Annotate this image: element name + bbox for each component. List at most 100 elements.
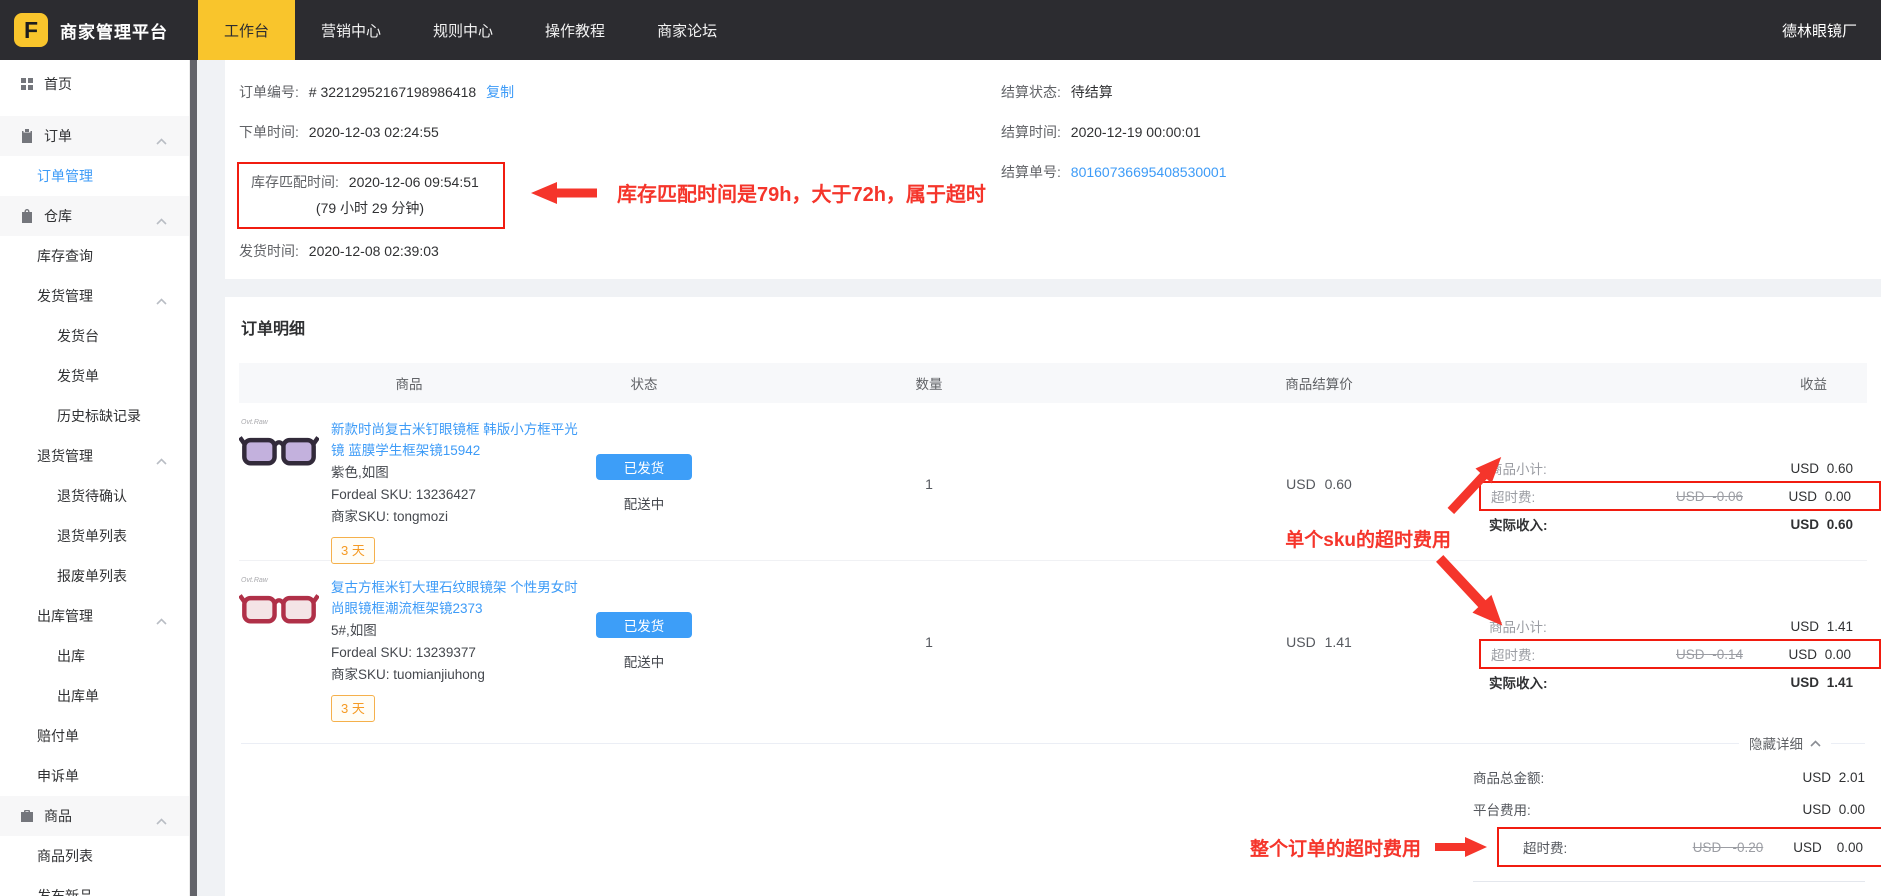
- sidebar-item-compensation-orders[interactable]: 赔付单: [0, 716, 189, 756]
- sidebar-group-orders[interactable]: 订单: [0, 116, 189, 156]
- stock-annotation: 库存匹配时间是79h，大于72h，属于超时: [531, 178, 986, 207]
- column-header-quantity: 数量: [709, 373, 1149, 393]
- merchant-name[interactable]: 德林眼镜厂: [1782, 20, 1881, 41]
- subtotal-value: USD 1.41: [1769, 619, 1853, 634]
- sidebar-item-returns-management[interactable]: 退货管理: [0, 436, 189, 476]
- settle-status-label: 结算状态:: [1001, 84, 1061, 100]
- left-arrow-icon: [531, 182, 597, 204]
- order-item-row: Ovt.Raw: [239, 403, 1867, 561]
- sidebar-item-outbound[interactable]: 出库: [0, 636, 189, 676]
- merchant-sku: 商家SKU: tongmozi: [331, 506, 579, 527]
- sidebar-item-appeal-orders[interactable]: 申诉单: [0, 756, 189, 796]
- column-header-price: 商品结算价: [1149, 373, 1489, 393]
- sku-fee-annotation-text: 单个sku的超时费用: [1285, 525, 1451, 552]
- sidebar-item-order-management[interactable]: 订单管理: [0, 156, 189, 196]
- subtotal-label: 商品小计:: [1489, 458, 1769, 478]
- ship-time-value: 2020-12-08 02:39:03: [309, 243, 439, 259]
- order-fee-annotation-row: 整个订单的超时费用 超时费: USD -0.20 USD 0.00: [225, 827, 1865, 867]
- sidebar-item-outbound-management[interactable]: 出库管理: [0, 596, 189, 636]
- order-summary: 商品总金额: USD 2.01 平台费用: USD 0.00: [1473, 761, 1865, 825]
- nav-tab-rules[interactable]: 规则中心: [407, 0, 519, 60]
- price-value: USD 1.41: [1149, 561, 1489, 722]
- product-title-link[interactable]: 复古方框米钉大理石纹眼镜架 个性男女时尚眼镜框潮流框架镜2373: [331, 577, 579, 619]
- hide-detail-toggle[interactable]: 隐藏详细: [1749, 733, 1821, 753]
- chevron-up-icon: [156, 132, 167, 148]
- top-nav-tabs: 工作台 营销中心 规则中心 操作教程 商家论坛: [198, 0, 743, 60]
- nav-tab-marketing[interactable]: 营销中心: [295, 0, 407, 60]
- product-image[interactable]: Ovt.Raw: [239, 577, 319, 722]
- settle-no-label: 结算单号:: [1001, 164, 1061, 180]
- actual-income-value: USD 1.41: [1769, 675, 1853, 690]
- day-badge: 3 天: [331, 695, 375, 722]
- copy-order-no-link[interactable]: 复制: [486, 84, 514, 100]
- nav-tab-forum[interactable]: 商家论坛: [631, 0, 743, 60]
- order-overtime-fee-label: 超时费:: [1523, 837, 1693, 857]
- sidebar-item-shipping-orders[interactable]: 发货单: [0, 356, 189, 396]
- merchant-sku: 商家SKU: tuomianjiuhong: [331, 664, 579, 685]
- glasses-image: [239, 428, 319, 470]
- sidebar-item-outbound-orders[interactable]: 出库单: [0, 676, 189, 716]
- day-badge: 3 天: [331, 537, 375, 564]
- product-title-link[interactable]: 新款时尚复古米钉眼镜框 韩版小方框平光镜 蓝膜学生框架镜15942: [331, 419, 579, 461]
- order-no-label: 订单编号:: [239, 84, 299, 100]
- column-header-income: 收益: [1489, 373, 1867, 393]
- nav-tab-workbench[interactable]: 工作台: [198, 0, 295, 60]
- settle-no-link[interactable]: 80160736695408530001: [1071, 164, 1227, 180]
- product-variant: 5#,如图: [331, 620, 579, 641]
- stock-match-highlight-box: 库存匹配时间: 2020-12-06 09:54:51 (79 小时 29 分钟…: [237, 162, 505, 229]
- fordeal-sku: Fordeal SKU: 13236427: [331, 484, 579, 505]
- image-watermark: Ovt.Raw: [241, 419, 319, 426]
- sidebar-item-history-missing-records[interactable]: 历史标缺记录: [0, 396, 189, 436]
- stock-match-label: 库存匹配时间:: [251, 174, 339, 190]
- stock-annotation-text: 库存匹配时间是79h，大于72h，属于超时: [617, 178, 986, 207]
- top-navbar: F 商家管理平台 工作台 营销中心 规则中心 操作教程 商家论坛 德林眼镜厂: [0, 0, 1881, 60]
- order-overtime-fee-new-value: USD 0.00: [1793, 840, 1863, 855]
- briefcase-icon: [20, 809, 35, 824]
- overtime-fee-new-value: USD 0.00: [1767, 647, 1851, 662]
- order-info-card: 订单编号: # 32212952167198986418 复制 下单时间: 20…: [225, 60, 1881, 279]
- sidebar-item-publish-product[interactable]: 发布新品: [0, 876, 189, 896]
- subtotal-value: USD 0.60: [1769, 461, 1853, 476]
- settle-time-label: 结算时间:: [1001, 124, 1061, 140]
- sku-overtime-fee-box: 超时费: USD -0.14 USD 0.00: [1479, 639, 1881, 669]
- product-image[interactable]: Ovt.Raw: [239, 419, 319, 564]
- chevron-up-icon: [156, 812, 167, 828]
- logo-letter: F: [24, 17, 38, 44]
- order-detail-title: 订单明细: [241, 315, 1881, 339]
- stock-match-value: 2020-12-06 09:54:51: [349, 174, 479, 190]
- sidebar-scrollbar[interactable]: [190, 60, 197, 896]
- overtime-fee-old-value: USD -0.14: [1676, 647, 1743, 662]
- sidebar-item-product-list[interactable]: 商品列表: [0, 836, 189, 876]
- sidebar-item-inventory-query[interactable]: 库存查询: [0, 236, 189, 276]
- sidebar-item-shipping-management[interactable]: 发货管理: [0, 276, 189, 316]
- settle-status-value: 待结算: [1071, 84, 1113, 100]
- ship-time-label: 发货时间:: [239, 243, 299, 259]
- toggle-detail-row: 隐藏详细: [241, 733, 1865, 753]
- glasses-image: [239, 586, 319, 628]
- sidebar-group-warehouse[interactable]: 仓库: [0, 196, 189, 236]
- order-overtime-fee-old-value: USD -0.20: [1693, 840, 1764, 855]
- nav-tab-tutorial[interactable]: 操作教程: [519, 0, 631, 60]
- sidebar-item-home[interactable]: 首页: [0, 64, 189, 104]
- quantity-value: 1: [709, 561, 1149, 722]
- order-no-value: # 32212952167198986418: [309, 84, 476, 100]
- created-time-value: 2020-12-03 02:24:55: [309, 124, 439, 140]
- app-logo[interactable]: F: [14, 13, 48, 47]
- order-icon: [20, 129, 35, 144]
- fordeal-sku: Fordeal SKU: 13239377: [331, 642, 579, 663]
- sidebar-item-returns-pending[interactable]: 退货待确认: [0, 476, 189, 516]
- total-income-row: 总收入: USD 2.01: [1473, 881, 1865, 896]
- table-header: 商品 状态 数量 商品结算价 收益: [239, 363, 1867, 403]
- column-header-status: 状态: [579, 373, 709, 393]
- chevron-up-icon: [1810, 740, 1821, 747]
- subtotal-label: 商品小计:: [1489, 616, 1769, 636]
- goods-total-value: USD 2.01: [1781, 770, 1865, 785]
- sidebar-item-shipping-desk[interactable]: 发货台: [0, 316, 189, 356]
- chevron-up-icon: [156, 292, 167, 308]
- sidebar-item-returns-list[interactable]: 退货单列表: [0, 516, 189, 556]
- sidebar-group-products[interactable]: 商品: [0, 796, 189, 836]
- created-time-label: 下单时间:: [239, 124, 299, 140]
- sidebar-item-scrap-list[interactable]: 报废单列表: [0, 556, 189, 596]
- quantity-value: 1: [709, 403, 1149, 564]
- stock-match-duration: (79 小时 29 分钟): [251, 198, 489, 218]
